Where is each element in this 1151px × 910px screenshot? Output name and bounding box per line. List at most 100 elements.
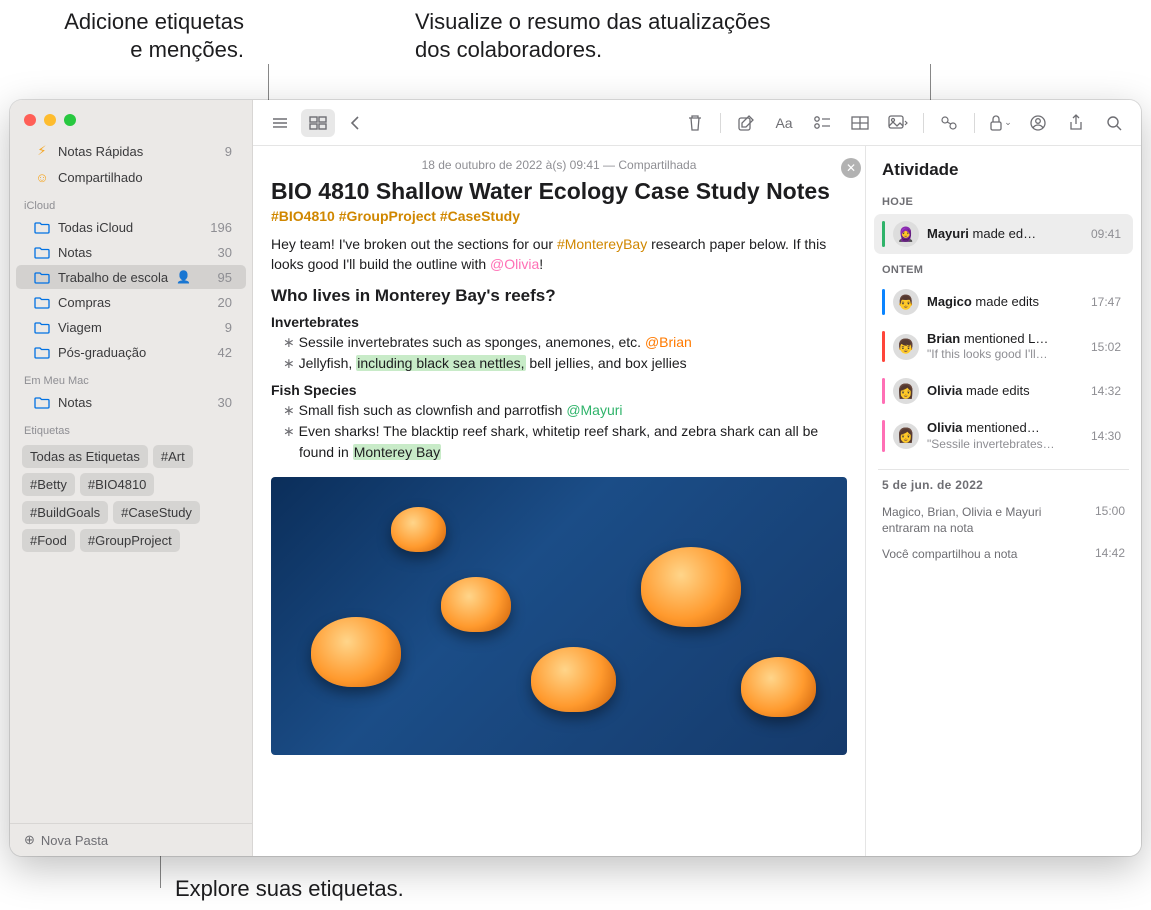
tag-chip[interactable]: #CaseStudy [113, 501, 200, 524]
tag-chip[interactable]: #BuildGoals [22, 501, 108, 524]
list-item: Jellyfish, including black sea nettles, … [271, 353, 847, 374]
mention-brian[interactable]: @Brian [645, 334, 692, 350]
list-item: Sessile invertebrates such as sponges, a… [271, 332, 847, 353]
sidebar-item-label: Compras [58, 295, 111, 310]
mention-mayuri[interactable]: @Mayuri [566, 402, 622, 418]
sidebar-item-count: 30 [218, 395, 232, 410]
note-image-jellyfish [271, 477, 847, 755]
sidebar-folder[interactable]: Compras 20 [16, 290, 246, 314]
activity-text: Mayuri made ed… [927, 226, 1083, 242]
note-heading: Who lives in Monterey Bay's reefs? [271, 286, 847, 306]
sidebar-item-count: 95 [218, 270, 232, 285]
folder-icon [34, 394, 50, 410]
avatar: 👨 [893, 289, 919, 315]
sidebar-item-count: 9 [225, 320, 232, 335]
new-folder-label: Nova Pasta [41, 833, 108, 848]
activity-time: 14:30 [1091, 429, 1121, 443]
sidebar-tags-header: Etiquetas [10, 415, 252, 439]
callout-explore-tags: Explore suas etiquetas. [175, 875, 404, 903]
table-button[interactable] [843, 109, 877, 137]
sidebar-folder[interactable]: Todas iCloud196 [16, 215, 246, 239]
mention-olivia[interactable]: @Olivia [490, 256, 539, 272]
close-activity-icon[interactable]: ✕ [841, 158, 861, 178]
share-button[interactable] [1059, 109, 1093, 137]
activity-row[interactable]: 🧕Mayuri made ed…09:41 [874, 214, 1133, 254]
notes-app-window: ⚡︎ Notas Rápidas 9 ☺︎ Compartilhado iClo… [10, 100, 1141, 856]
sidebar-item-label: Pós-graduação [58, 345, 146, 360]
sidebar-item-label: Compartilhado [58, 170, 143, 185]
activity-time: 15:02 [1091, 340, 1121, 354]
sidebar-folder[interactable]: Notas 30 [16, 240, 246, 264]
activity-row[interactable]: 👦Brian mentioned L…"If this looks good I… [874, 324, 1133, 369]
media-button[interactable] [881, 109, 915, 137]
view-gallery-button[interactable] [301, 109, 335, 137]
tag-chip[interactable]: #GroupProject [80, 529, 180, 552]
activity-color-bar [882, 289, 885, 315]
window-controls [10, 108, 252, 138]
tag-chip[interactable]: #BIO4810 [80, 473, 155, 496]
toolbar: Aa ⌄ [253, 100, 1141, 146]
sidebar-item-count: 42 [218, 345, 232, 360]
format-text-button[interactable]: Aa [767, 109, 801, 137]
activity-older-row: Você compartilhou a nota14:42 [866, 538, 1141, 564]
note-date: 18 de outubro de 2022 à(s) 09:41 — Compa… [271, 158, 847, 172]
new-folder-button[interactable]: ⊕ Nova Pasta [10, 823, 252, 856]
activity-row[interactable]: 👩Olivia made edits14:32 [874, 371, 1133, 411]
tag-chip[interactable]: #Food [22, 529, 75, 552]
sidebar-quick-notes[interactable]: ⚡︎ Notas Rápidas 9 [16, 139, 246, 163]
plus-circle-icon: ⊕ [24, 832, 35, 848]
activity-text: Olivia mentioned…"Sessile invertebrates… [927, 420, 1083, 451]
sidebar-folder[interactable]: Viagem9 [16, 315, 246, 339]
activity-panel: Atividade HOJE🧕Mayuri made ed…09:41ONTEM… [865, 146, 1141, 856]
tag-chip[interactable]: #Art [153, 445, 193, 468]
sidebar: ⚡︎ Notas Rápidas 9 ☺︎ Compartilhado iClo… [10, 100, 253, 856]
note-editor[interactable]: ✕ 18 de outubro de 2022 à(s) 09:41 — Com… [253, 146, 865, 856]
callout-activity: Visualize o resumo das atualizações dos … [415, 8, 770, 63]
note-subheading: Fish Species [271, 382, 847, 398]
minimize-window-button[interactable] [44, 114, 56, 126]
list-item: Even sharks! The blacktip reef shark, wh… [271, 421, 847, 463]
person-icon: ☺︎ [34, 169, 50, 185]
close-window-button[interactable] [24, 114, 36, 126]
sidebar-item-count: 20 [218, 295, 232, 310]
collaborate-button[interactable] [1021, 109, 1055, 137]
activity-time: 09:41 [1091, 227, 1121, 241]
activity-section-header: HOJE [866, 188, 1141, 212]
note-subheading: Invertebrates [271, 314, 847, 330]
tag-chip[interactable]: Todas as Etiquetas [22, 445, 148, 468]
sidebar-item-label: Notas [58, 245, 92, 260]
zoom-window-button[interactable] [64, 114, 76, 126]
activity-color-bar [882, 420, 885, 451]
activity-text: Magico made edits [927, 294, 1083, 310]
activity-text: Olivia made edits [927, 383, 1083, 399]
shared-icon: 👤 [176, 270, 191, 284]
lock-button[interactable]: ⌄ [983, 109, 1017, 137]
sidebar-shared[interactable]: ☺︎ Compartilhado [16, 165, 246, 189]
tag-chip[interactable]: #Betty [22, 473, 75, 496]
note-intro: Hey team! I've broken out the sections f… [271, 234, 847, 275]
hashtag[interactable]: #MontereyBay [557, 236, 647, 252]
checklist-button[interactable] [805, 109, 839, 137]
sidebar-folder[interactable]: Notas30 [16, 390, 246, 414]
back-button[interactable] [339, 109, 373, 137]
activity-time: 17:47 [1091, 295, 1121, 309]
sidebar-folder[interactable]: Pós-graduação 42 [16, 340, 246, 364]
activity-row[interactable]: 👨 Magico made edits 17:47 [874, 282, 1133, 322]
sidebar-item-count: 30 [218, 245, 232, 260]
compose-button[interactable] [729, 109, 763, 137]
avatar: 👩 [893, 378, 919, 404]
avatar: 👦 [893, 334, 919, 360]
link-note-button[interactable] [932, 109, 966, 137]
highlight: including black sea nettles, [356, 355, 525, 371]
sidebar-item-label: Notas Rápidas [58, 144, 143, 159]
main-pane: Aa ⌄ ✕ 18 de outubro de 2022 à(s) 09:41 … [253, 100, 1141, 856]
note-tags: #BIO4810 #GroupProject #CaseStudy [271, 208, 847, 224]
sidebar-item-count: 196 [210, 220, 232, 235]
activity-row[interactable]: 👩Olivia mentioned…"Sessile invertebrates… [874, 413, 1133, 458]
sidebar-folder[interactable]: Trabalho de escola👤95 [16, 265, 246, 289]
folder-icon [34, 219, 50, 235]
search-button[interactable] [1097, 109, 1131, 137]
delete-button[interactable] [678, 109, 712, 137]
list-item: Small fish such as clownfish and parrotf… [271, 400, 847, 421]
view-list-button[interactable] [263, 109, 297, 137]
